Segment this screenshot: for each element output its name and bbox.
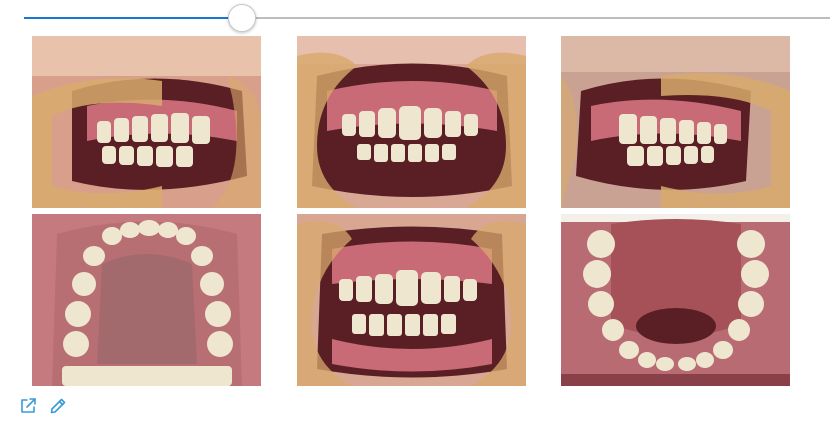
photo-upper-occlusal[interactable] [32,214,261,386]
slider-fill [24,17,242,19]
photo-frontal-open[interactable] [297,214,526,386]
photo-left-lateral[interactable] [561,36,790,208]
slider-thumb[interactable] [227,4,256,32]
photo-lower-occlusal[interactable] [561,214,790,386]
zoom-slider[interactable] [24,4,830,32]
photo-right-lateral[interactable] [32,36,261,208]
pencil-icon[interactable] [48,396,68,416]
external-link-icon[interactable] [18,396,38,416]
photo-frontal[interactable] [297,36,526,208]
